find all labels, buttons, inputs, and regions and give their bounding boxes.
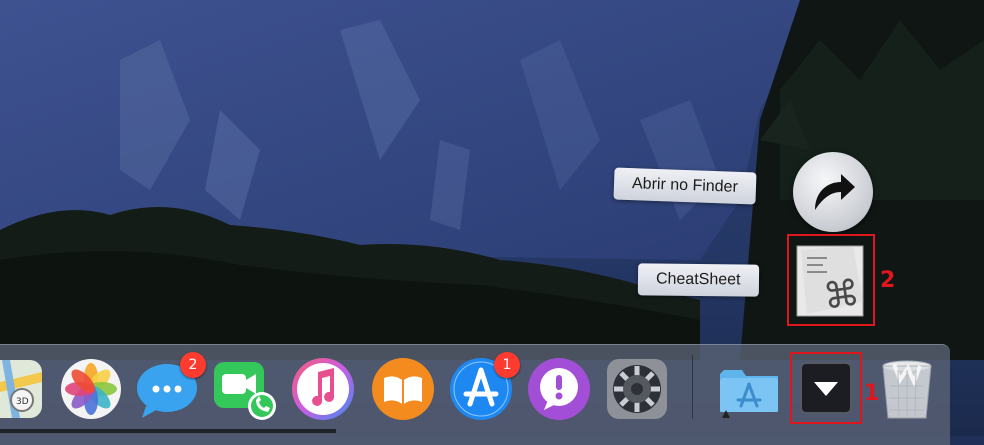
dock-item-facetime[interactable]: [212, 356, 278, 422]
cheatsheet-app-item[interactable]: ⌘: [787, 234, 875, 326]
dock-item-ibooks[interactable]: [370, 356, 436, 422]
dock-item-maps[interactable]: 3D: [0, 356, 46, 422]
triangle-down-icon: [814, 382, 838, 396]
dock-item-applications-folder[interactable]: [716, 356, 782, 422]
feedback-assistant-icon: [528, 358, 590, 420]
trash-icon: [882, 360, 932, 419]
command-sheet-icon: ⌘: [796, 245, 864, 319]
dock-item-trash[interactable]: [874, 356, 940, 422]
dock-item-feedback-assistant[interactable]: [526, 356, 592, 422]
app-store-badge: 1: [494, 352, 520, 378]
applications-folder-icon: [720, 370, 778, 418]
itunes-icon: [292, 358, 354, 420]
dock-item-photos[interactable]: [58, 356, 124, 422]
svg-text:⌘: ⌘: [821, 273, 862, 319]
dock-separator: [692, 355, 693, 419]
stack-toggle-button[interactable]: [790, 352, 862, 424]
dock-edge-strip: [0, 429, 336, 433]
dock-item-itunes[interactable]: [290, 356, 356, 422]
ibooks-icon: [372, 358, 434, 420]
curved-arrow-icon: [815, 174, 855, 210]
svg-text:3D: 3D: [16, 397, 29, 407]
messages-badge: 2: [180, 352, 206, 378]
open-in-finder-button[interactable]: [793, 152, 873, 232]
open-in-finder-label[interactable]: Abrir no Finder: [613, 167, 757, 205]
maps-icon: 3D: [0, 360, 42, 418]
photos-icon: [61, 359, 121, 419]
stack-toggle-icon: [800, 362, 852, 414]
annotation-step-2: 2: [880, 268, 896, 293]
dock-item-system-preferences[interactable]: [604, 356, 670, 422]
system-preferences-icon: [607, 359, 667, 419]
cheatsheet-label[interactable]: CheatSheet: [637, 263, 759, 297]
facetime-icon: [214, 362, 276, 420]
